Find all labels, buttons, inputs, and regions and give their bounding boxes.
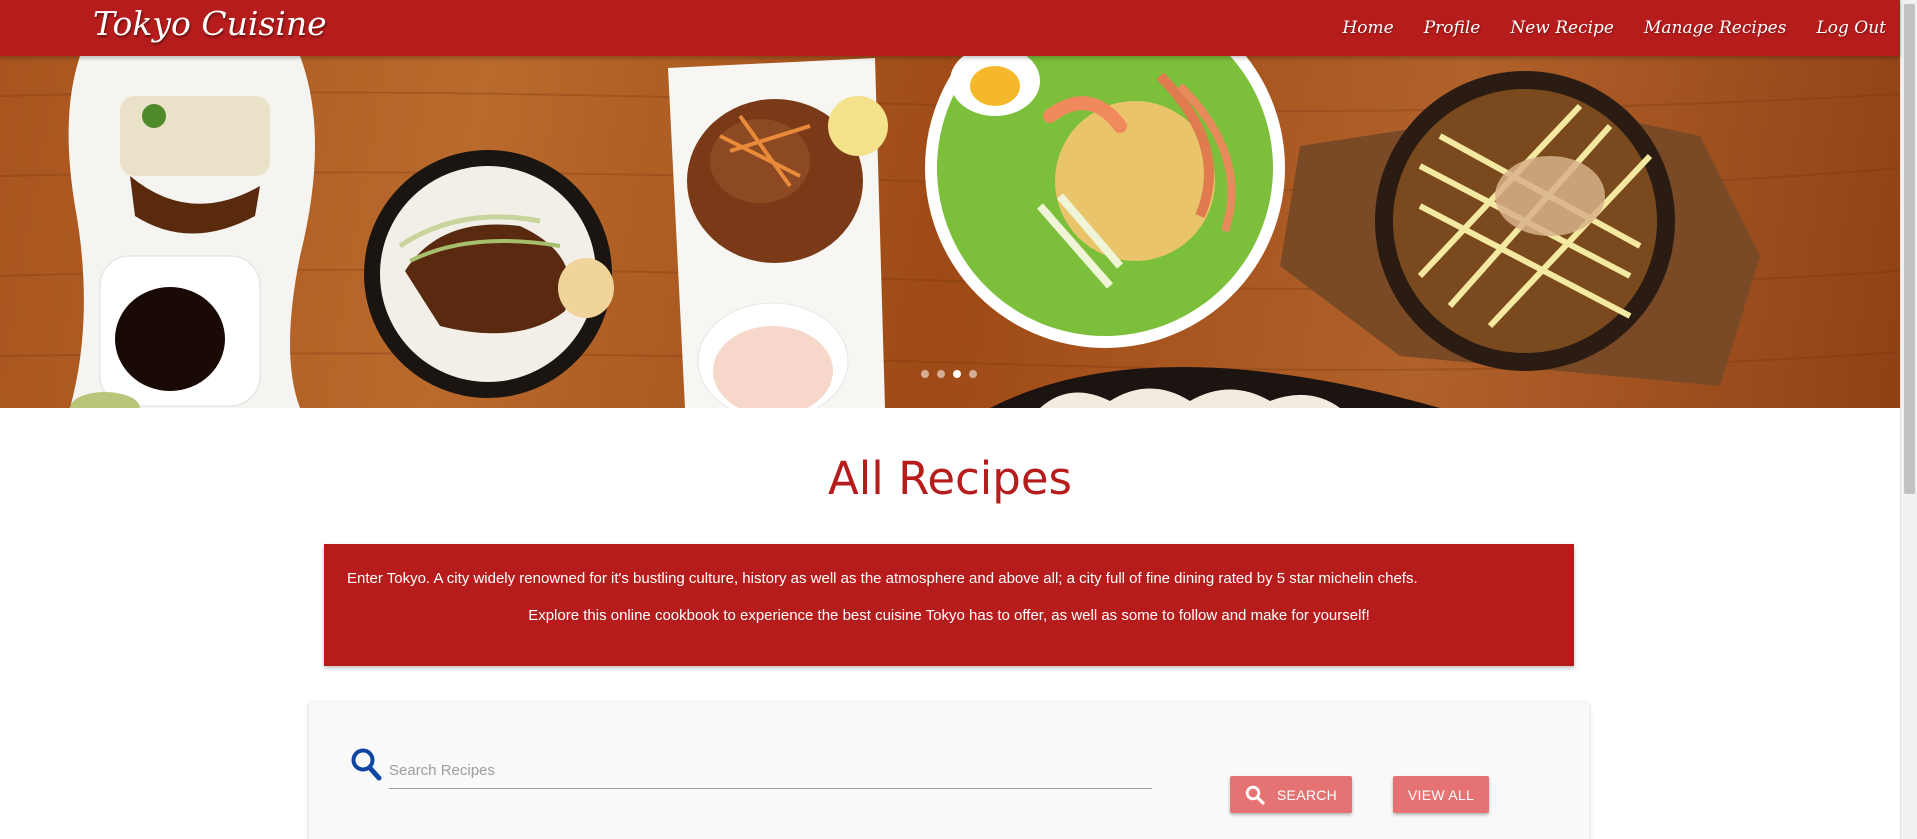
view-all-button[interactable]: VIEW ALL (1393, 776, 1489, 813)
nav-links: Home Profile New Recipe Manage Recipes L… (1312, 0, 1886, 56)
intro-card: Enter Tokyo. A city widely renowned for … (324, 544, 1574, 666)
carousel-dot-1[interactable] (921, 370, 929, 378)
carousel-dot-4[interactable] (969, 370, 977, 378)
nav-home-link[interactable]: Home (1342, 18, 1393, 38)
carousel-dot-3-active[interactable] (953, 370, 961, 378)
nav-log-out-link[interactable]: Log Out (1816, 18, 1886, 38)
top-navbar: Tokyo Cuisine Home Profile New Recipe Ma… (0, 0, 1900, 56)
search-icon (350, 747, 382, 786)
search-card: SEARCH VIEW ALL (309, 703, 1589, 839)
hero-food-image (0, 56, 1900, 408)
search-button-icon (1245, 785, 1265, 805)
search-input[interactable] (389, 753, 1152, 789)
intro-paragraph-1: Enter Tokyo. A city widely renowned for … (347, 570, 1418, 587)
search-button-label: SEARCH (1276, 786, 1338, 803)
carousel-dot-2[interactable] (937, 370, 945, 378)
intro-paragraph-2: Explore this online cookbook to experien… (528, 607, 1370, 624)
carousel-indicators (921, 370, 977, 378)
view-all-button-label: VIEW ALL (1407, 786, 1475, 803)
page-scrollbar[interactable] (1900, 0, 1917, 839)
page-title: All Recipes (828, 452, 1072, 505)
scrollbar-thumb[interactable] (1904, 4, 1915, 494)
brand-logo[interactable]: Tokyo Cuisine (93, 4, 327, 43)
hero-carousel[interactable] (0, 56, 1900, 408)
nav-manage-recipes-link[interactable]: Manage Recipes (1644, 18, 1786, 38)
nav-new-recipe-link[interactable]: New Recipe (1510, 18, 1614, 38)
nav-profile-link[interactable]: Profile (1424, 18, 1481, 38)
search-button[interactable]: SEARCH (1230, 776, 1352, 813)
